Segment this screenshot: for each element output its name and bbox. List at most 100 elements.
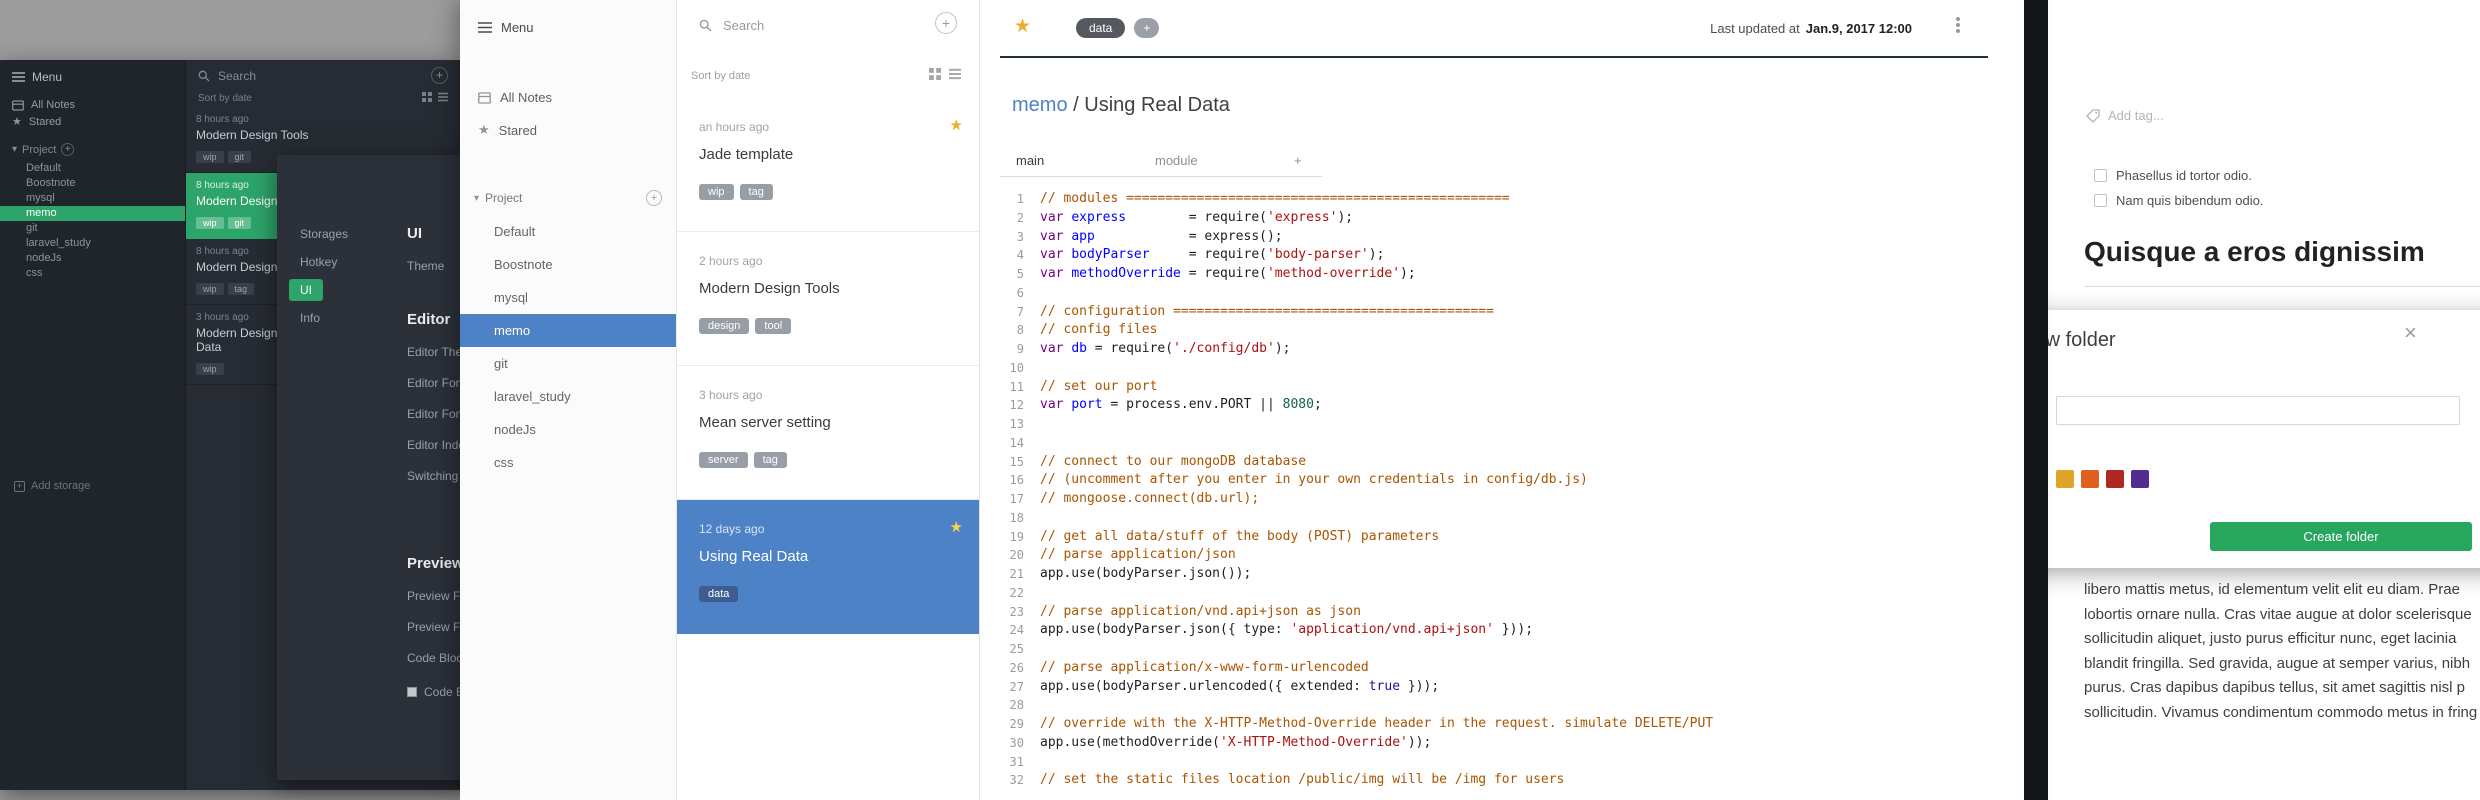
tag-pill: wip <box>699 184 734 200</box>
paragraph-line: libero mattis metus, id elementum velit … <box>2084 581 2460 598</box>
paragraph-line: purus. Cras dapibus dapibus tellus, sit … <box>2084 679 2466 696</box>
grid-view-icon[interactable] <box>929 68 941 80</box>
task-item: Nam quis bibendum odio. <box>2094 193 2263 208</box>
dark-all-notes-label: All Notes <box>31 99 76 111</box>
folder-name-input[interactable] <box>2056 396 2460 425</box>
preview-heading: Quisque a eros dignissim <box>2084 236 2480 287</box>
tag-pill: tag <box>227 283 255 295</box>
search-input[interactable] <box>721 17 891 34</box>
add-folder-icon[interactable]: + <box>61 143 75 156</box>
sidebar-folder-git[interactable]: git <box>460 347 676 380</box>
settings-nav-hotkey[interactable]: Hotkey <box>289 251 348 273</box>
code-line: 19 // get all data/stuff of the body (POS… <box>980 528 2024 547</box>
code-line: 32 // set the static files location /publ… <box>980 771 2024 790</box>
settings-nav-ui[interactable]: UI <box>289 279 323 301</box>
add-tag-button[interactable]: + <box>1134 18 1160 38</box>
settings-nav-storages[interactable]: Storages <box>289 223 359 245</box>
dark-add-storage-button[interactable]: + Add storage <box>14 480 90 492</box>
dark-folder-item[interactable]: nodeJs <box>0 251 185 266</box>
note-list-item[interactable]: an hours ago ★ Jade template wip tag <box>677 98 979 232</box>
dark-folder-item[interactable]: laravel_study <box>0 236 185 251</box>
code-line: 21 app.use(bodyParser.json()); <box>980 565 2024 584</box>
dark-menu-button[interactable]: Menu <box>12 70 62 84</box>
tag-pill: tag <box>753 452 787 468</box>
code-text: // configuration =======================… <box>1040 303 1494 319</box>
dark-project-header[interactable]: ▾ Project + <box>12 143 75 156</box>
search-box[interactable] <box>699 17 891 34</box>
note-list-item[interactable]: 12 days ago ★ Using Real Data data <box>677 500 979 634</box>
code-text: // override with the X-HTTP-Method-Overr… <box>1040 716 1714 731</box>
note-list-item[interactable]: 3 hours ago Mean server setting server tag <box>677 366 979 500</box>
dark-search-box[interactable] <box>198 68 326 84</box>
checkbox-icon[interactable] <box>2094 194 2107 207</box>
create-folder-button[interactable]: Create folder <box>2210 522 2472 551</box>
code-text: // set our port <box>1040 378 1158 394</box>
note-tags: wip tag <box>699 182 779 200</box>
last-updated-label: Last updated at <box>1710 21 1800 36</box>
close-icon[interactable]: × <box>2404 322 2417 344</box>
checkbox-icon[interactable] <box>2094 169 2107 182</box>
color-swatch-2[interactable] <box>2081 470 2099 488</box>
code-line: 7 // configuration ======================… <box>980 303 2024 322</box>
note-time: 3 hours ago <box>699 388 763 402</box>
task-list: Phasellus id tortor odio. Nam quis bibend… <box>2094 168 2263 218</box>
project-header[interactable]: ▾ Project + <box>474 190 662 206</box>
dark-folder-item[interactable]: mysql <box>0 191 185 206</box>
color-swatch-4[interactable] <box>2131 470 2149 488</box>
sidebar-item-all-notes[interactable]: All Notes <box>478 90 552 105</box>
line-number: 26 <box>1009 660 1024 675</box>
sidebar-folder-mysql[interactable]: mysql <box>460 281 676 314</box>
menu-button[interactable]: Menu <box>478 20 534 35</box>
add-folder-button[interactable]: + <box>646 190 662 206</box>
dark-folder-item[interactable]: git <box>0 221 185 236</box>
list-view-icon[interactable] <box>438 92 448 102</box>
sidebar-folder-css[interactable]: css <box>460 446 676 479</box>
note-tags: server tag <box>699 450 793 468</box>
sidebar-folder-memo[interactable]: memo <box>460 314 676 347</box>
code-line: 1 // modules ============================… <box>980 190 2024 209</box>
code-area[interactable]: 1 // modules ============================… <box>980 190 2024 800</box>
new-note-button[interactable]: + <box>935 12 957 34</box>
color-swatch-3[interactable] <box>2106 470 2124 488</box>
dark-folder-item[interactable]: memo <box>0 206 185 221</box>
star-icon: ★ <box>949 519 963 536</box>
settings-nav-info[interactable]: Info <box>289 307 331 329</box>
dark-search-input[interactable] <box>216 68 326 84</box>
dark-folder-item[interactable]: Boostnote <box>0 176 185 191</box>
dark-folder-item[interactable]: Default <box>0 161 185 176</box>
more-options-icon[interactable] <box>1956 17 1960 21</box>
sidebar-folder-Boostnote[interactable]: Boostnote <box>460 248 676 281</box>
sidebar-folder-laravel_study[interactable]: laravel_study <box>460 380 676 413</box>
sidebar-item-starred[interactable]: ★ Stared <box>478 122 537 138</box>
last-updated: Last updated at Jan.9, 2017 12:00 <box>1710 21 1912 36</box>
grid-view-icon[interactable] <box>422 92 432 102</box>
note-star-toggle[interactable]: ★ <box>1014 15 1031 38</box>
tab-main[interactable]: main <box>1000 146 1139 176</box>
sidebar-folder-nodeJs[interactable]: nodeJs <box>460 413 676 446</box>
line-number: 10 <box>1009 360 1024 375</box>
view-toggles <box>929 68 961 80</box>
color-swatch-1[interactable] <box>2056 470 2074 488</box>
tab-module[interactable]: module <box>1139 146 1278 176</box>
code-line: 2 var express = require('express'); <box>980 209 2024 228</box>
line-number: 3 <box>1016 229 1024 244</box>
add-tag-field[interactable]: Add tag... <box>2086 108 2164 123</box>
line-number: 29 <box>1009 717 1024 731</box>
paragraph-line: blandit fringilla. Sed gravida, augue at… <box>2084 654 2471 672</box>
sidebar-folder-Default[interactable]: Default <box>460 215 676 248</box>
dark-starred-item[interactable]: ★ Stared <box>12 115 61 129</box>
chevron-down-icon: ▾ <box>12 144 18 155</box>
settings-nav: Storages Hotkey UI Info <box>277 155 389 780</box>
list-view-icon[interactable] <box>949 68 961 80</box>
note-list-item[interactable]: 2 hours ago Modern Design Tools design tool <box>677 232 979 366</box>
code-line: 8 // config files <box>980 321 2024 340</box>
dark-all-notes-item[interactable]: All Notes <box>12 99 75 111</box>
dark-new-note-button[interactable]: + <box>431 67 448 84</box>
code-text: // parse application/x-www-form-urlencod… <box>1040 659 1369 675</box>
new-tab-button[interactable]: + <box>1278 146 1318 176</box>
dark-folder-item[interactable]: css <box>0 266 185 281</box>
project-label: Project <box>485 191 523 205</box>
code-text: app.use(methodOverride('X-HTTP-Method-Ov… <box>1040 734 1432 750</box>
code-line: 11 // set our port <box>980 378 2024 397</box>
code-line: 3 var app = express(); <box>980 228 2024 247</box>
